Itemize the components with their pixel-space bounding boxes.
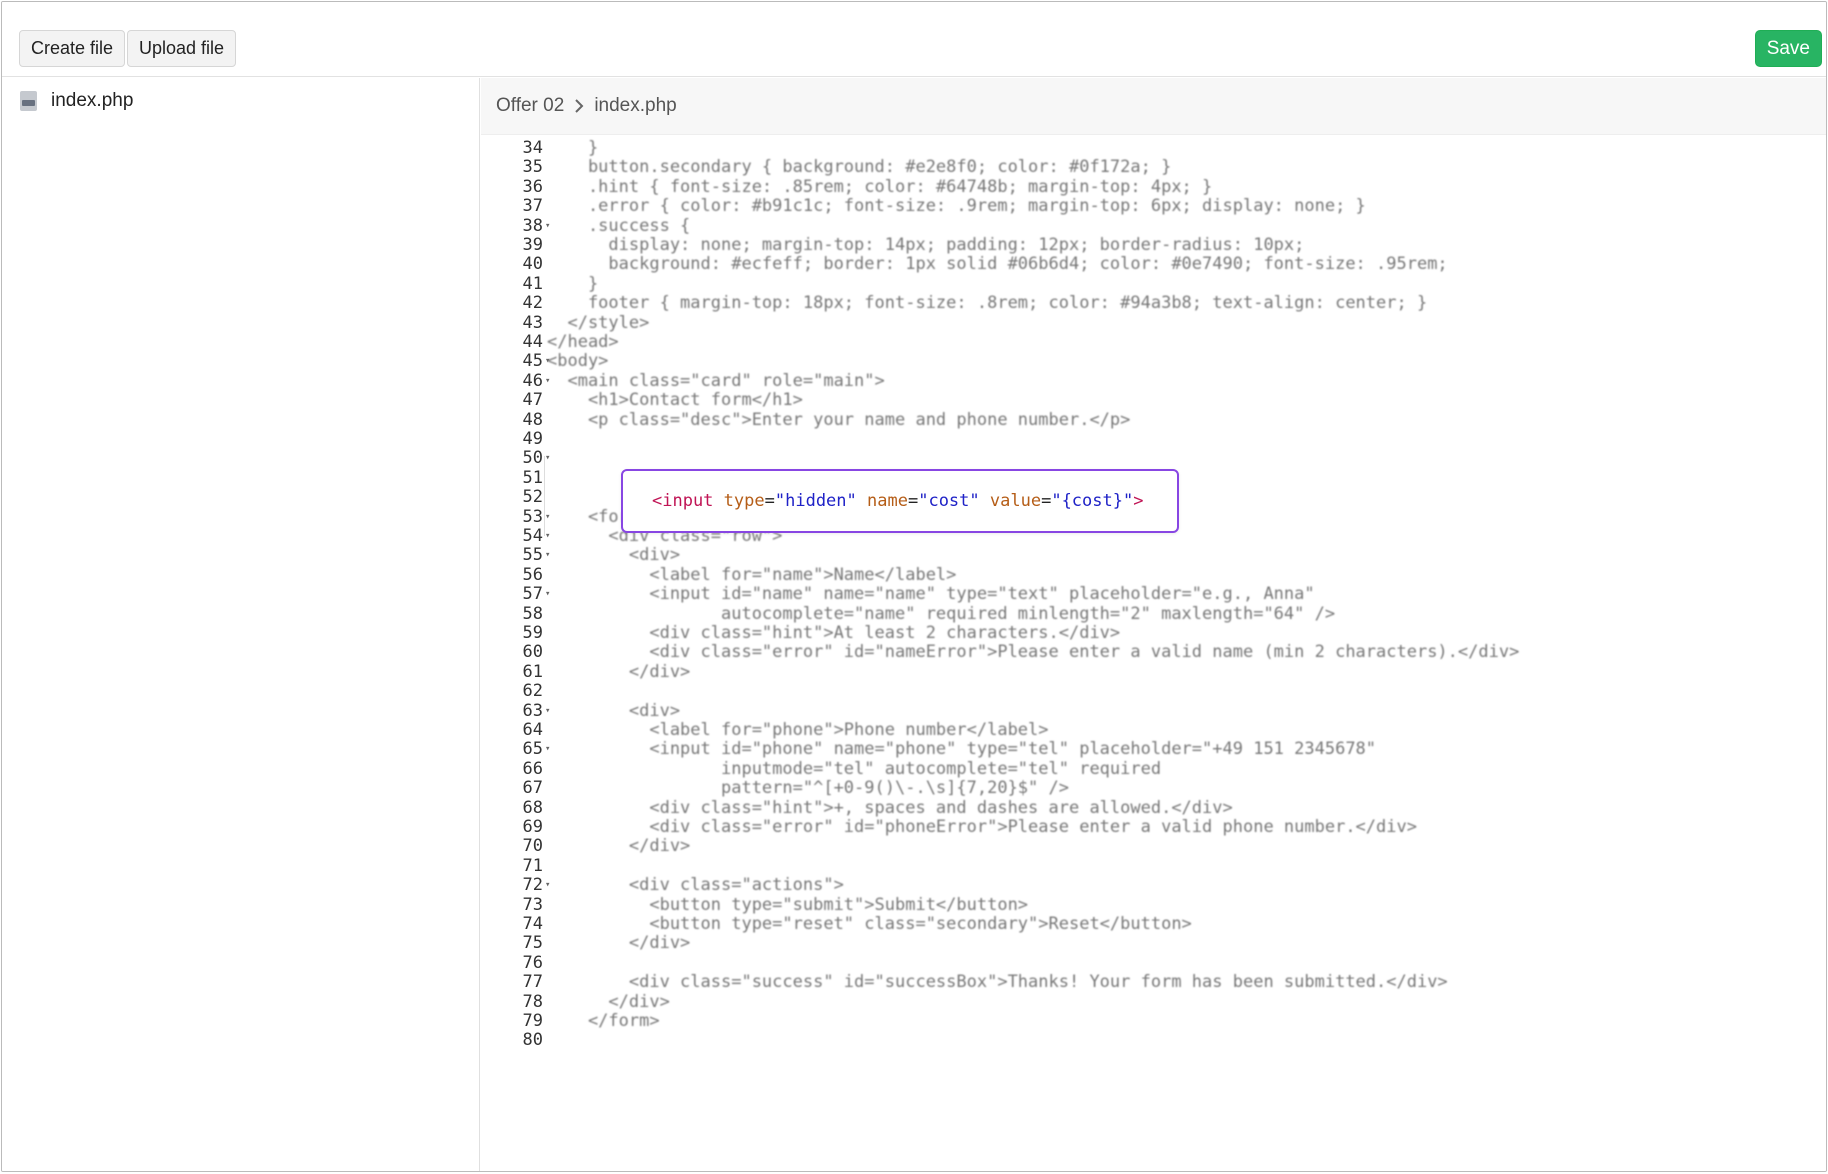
sidebar-file-item[interactable]: index.php xyxy=(20,88,133,114)
code-line[interactable]: 80 xyxy=(481,1029,1826,1052)
code-editor-pane: Offer 02 index.php 34 } 35 button.seconda… xyxy=(481,78,1826,1171)
focused-code-text: <input type="hidden" name="cost" value="… xyxy=(652,491,1144,511)
indent-guide xyxy=(544,456,545,536)
highlighted-code-line[interactable]: <input type="hidden" name="cost" value="… xyxy=(621,469,1179,533)
php-file-icon xyxy=(20,91,37,111)
upload-file-button[interactable]: Upload file xyxy=(127,30,237,67)
toolbar: Create file Upload file Save xyxy=(2,2,1826,77)
breadcrumb-project[interactable]: Offer 02 xyxy=(496,95,564,117)
code-area[interactable]: 34 } 35 button.secondary { background: #e… xyxy=(481,137,1826,1171)
create-file-button[interactable]: Create file xyxy=(19,30,126,67)
breadcrumb: Offer 02 index.php xyxy=(481,78,1826,135)
breadcrumb-file[interactable]: index.php xyxy=(594,95,676,117)
editor-window: Create file Upload file Save index.php O… xyxy=(1,1,1827,1172)
save-button[interactable]: Save xyxy=(1754,30,1822,67)
file-name: index.php xyxy=(51,90,134,111)
app-page: { "toolbar":{"create_label":"Create file… xyxy=(0,0,1828,1174)
line-number: 80 xyxy=(522,1030,543,1051)
file-sidebar: index.php xyxy=(2,78,480,1171)
chevron-right-icon xyxy=(574,98,584,114)
